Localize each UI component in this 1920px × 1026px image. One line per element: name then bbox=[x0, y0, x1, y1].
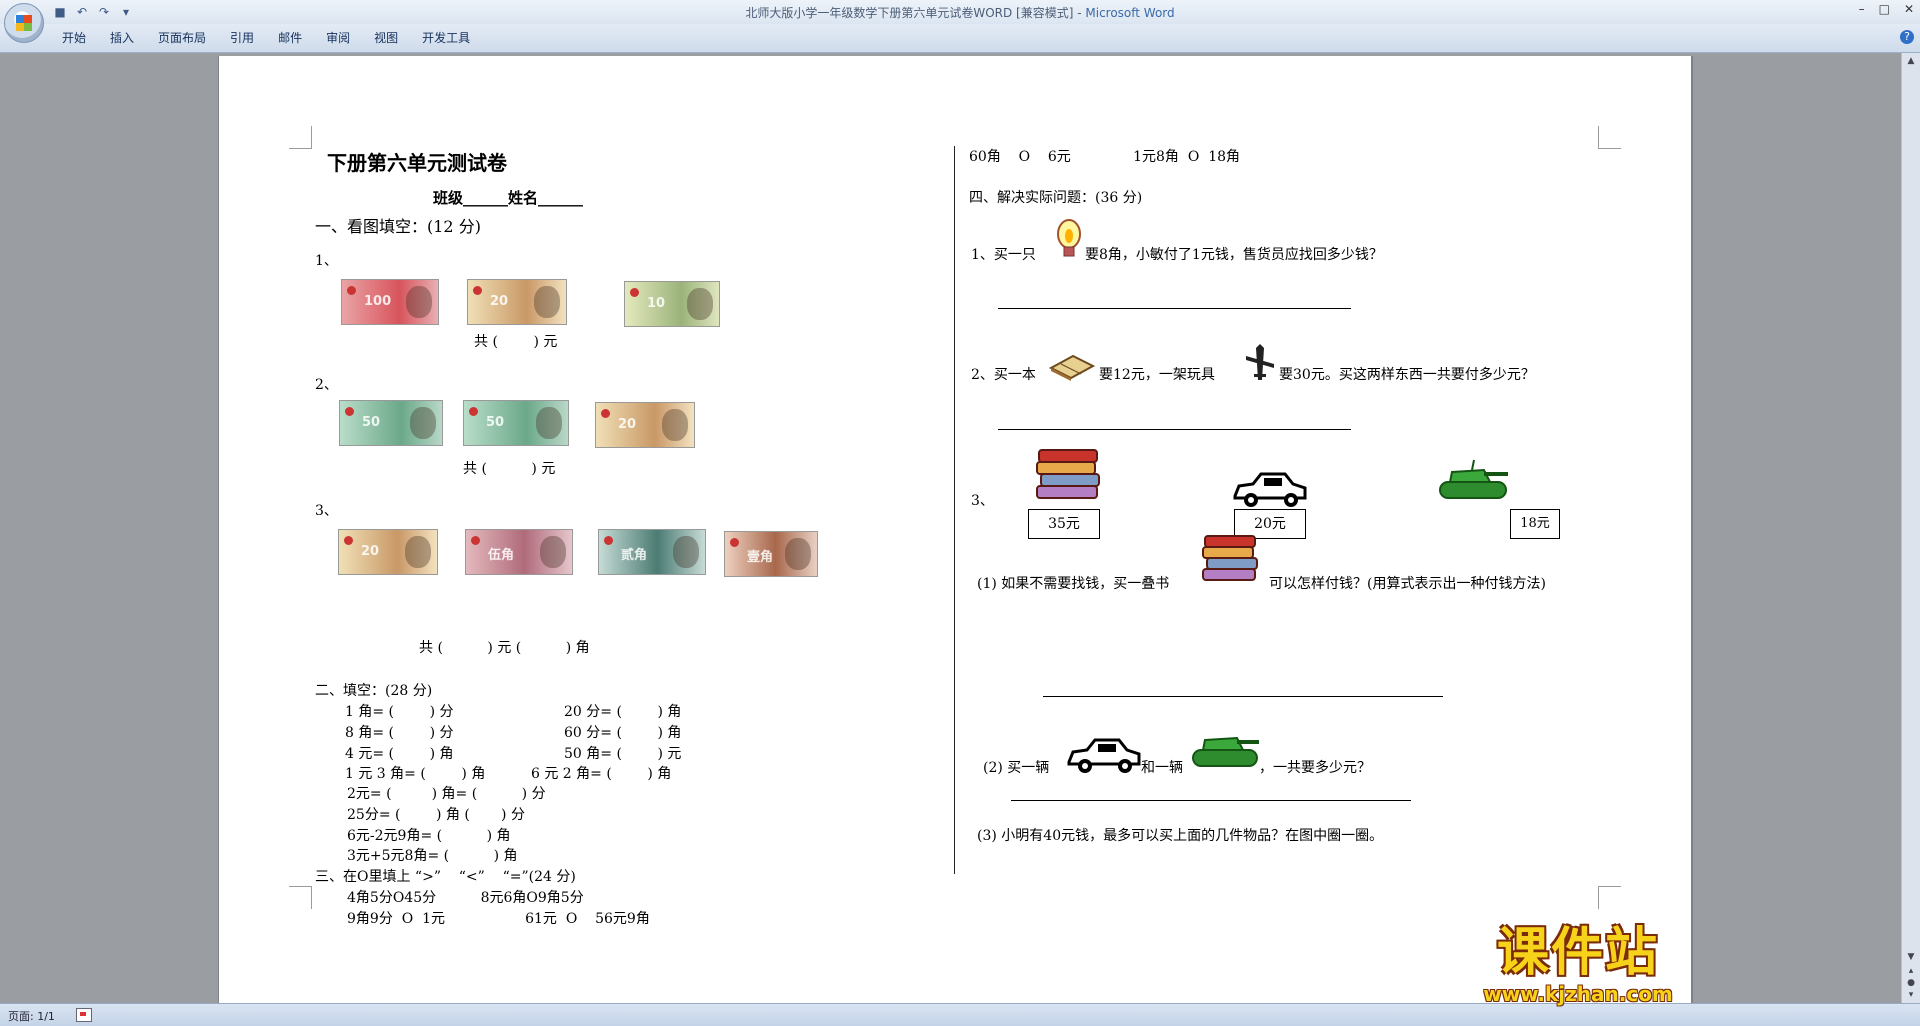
banknote-20: 20 bbox=[338, 529, 438, 575]
books-stack-icon bbox=[1202, 535, 1258, 581]
problem-1-text: 要8角，小敏付了1元钱，售货员应找回多少钱？ bbox=[1085, 247, 1383, 263]
answer-line bbox=[998, 308, 1351, 309]
class-name-line: 班级______姓名______ bbox=[433, 189, 584, 207]
section-1-heading: 一、看图填空：(12 分) bbox=[315, 217, 481, 236]
office-button[interactable] bbox=[4, 3, 44, 43]
margin-corner bbox=[1598, 126, 1621, 149]
compare-item: 4角5分O45分 8元6角O9角5分 bbox=[347, 890, 584, 906]
fill-item: 2元= ( ) 角= ( ) 分 bbox=[347, 786, 546, 802]
fill-item: 25分= ( ) 角 ( ) 分 bbox=[347, 807, 525, 823]
fill-item: 60 分= ( ) 角 bbox=[564, 725, 682, 741]
banknote-1-jiao: 壹角 bbox=[724, 531, 818, 577]
tab-references[interactable]: 引用 bbox=[218, 30, 266, 46]
sub-question-2: 和一辆 bbox=[1141, 760, 1183, 776]
next-page-icon[interactable]: ▾ bbox=[1904, 989, 1918, 1001]
status-bar: 页面: 1/1 bbox=[0, 1003, 1920, 1026]
margin-corner bbox=[1598, 886, 1621, 909]
sub-question-1: 可以怎样付钱？(用算式表示出一种付钱方法) bbox=[1269, 576, 1546, 592]
title-bar: ■ ↶ ↷ ▾ 北师大版小学一年级数学下册第六单元试卷WORD [兼容模式] -… bbox=[0, 0, 1920, 24]
scroll-up-icon[interactable]: ▲ bbox=[1904, 55, 1918, 67]
exam-title: 下册第六单元测试卷 bbox=[327, 151, 507, 175]
answer-line bbox=[1043, 696, 1443, 697]
page-count[interactable]: 页面: 1/1 bbox=[8, 1008, 55, 1024]
problem-3-label: 3、 bbox=[971, 493, 994, 509]
book-icon bbox=[1048, 354, 1096, 381]
banknote-2-jiao: 贰角 bbox=[598, 529, 706, 575]
question-2-label: 2、 bbox=[315, 377, 338, 393]
problem-2-text: 要12元，一架玩具 bbox=[1099, 367, 1215, 383]
scroll-down-icon[interactable]: ▼ bbox=[1904, 951, 1918, 963]
fill-item: 8 角= ( ) 分 bbox=[345, 725, 454, 741]
compare-item: 9角9分 O 1元 61元 O 56元9角 bbox=[347, 911, 650, 927]
margin-corner bbox=[289, 886, 312, 909]
fill-item: 4 元= ( ) 角 bbox=[345, 746, 454, 762]
price-tag-tank: 18元 bbox=[1510, 509, 1560, 539]
answer-line bbox=[998, 429, 1351, 430]
lightbulb-icon bbox=[1057, 219, 1081, 257]
fill-item: 6 元 2 角= ( ) 角 bbox=[531, 766, 672, 782]
compare-item: 60角 O 6元 1元8角 O 18角 bbox=[969, 149, 1241, 165]
close-icon[interactable]: ✕ bbox=[1904, 2, 1914, 16]
fill-item: 6元-2元9角= ( ) 角 bbox=[347, 828, 511, 844]
tab-home[interactable]: 开始 bbox=[50, 30, 98, 46]
toy-airplane-icon bbox=[1246, 344, 1274, 380]
question-1-label: 1、 bbox=[315, 253, 338, 269]
minimize-icon[interactable]: – bbox=[1859, 2, 1865, 16]
ribbon-tabs: 开始 插入 页面布局 引用 邮件 审阅 视图 开发工具 bbox=[50, 30, 482, 46]
help-icon[interactable]: ? bbox=[1900, 30, 1914, 44]
price-tag-books: 35元 bbox=[1028, 509, 1100, 539]
fill-item: 50 角= ( ) 元 bbox=[564, 746, 682, 762]
tab-view[interactable]: 视图 bbox=[362, 30, 410, 46]
section-2-heading: 二、填空：(28 分) bbox=[315, 683, 433, 699]
banknote-10: 10 bbox=[624, 281, 720, 327]
ribbon: 开始 插入 页面布局 引用 邮件 审阅 视图 开发工具 ? bbox=[0, 24, 1920, 53]
office-logo-icon bbox=[16, 15, 32, 31]
tab-insert[interactable]: 插入 bbox=[98, 30, 146, 46]
banknote-100: 100 bbox=[341, 279, 439, 325]
problem-2-text: 要30元。买这两样东西一共要付多少元？ bbox=[1279, 367, 1535, 383]
watermark-logo: 课件站 www.kjzhan.com bbox=[1483, 923, 1673, 1006]
maximize-icon[interactable]: □ bbox=[1879, 2, 1890, 16]
car-icon bbox=[1067, 738, 1141, 773]
tank-icon bbox=[1439, 459, 1508, 499]
fill-item: 1 角= ( ) 分 bbox=[345, 704, 454, 720]
fill-item: 1 元 3 角= ( ) 角 bbox=[345, 766, 486, 782]
tab-page-layout[interactable]: 页面布局 bbox=[146, 30, 218, 46]
question-1-sum: 共 ( ) 元 bbox=[474, 334, 558, 350]
books-stack-icon bbox=[1036, 449, 1100, 499]
banknote-20: 20 bbox=[595, 402, 695, 448]
question-2-sum: 共 ( ) 元 bbox=[463, 461, 556, 477]
problem-1-text: 1、买一只 bbox=[971, 247, 1036, 263]
answer-line bbox=[1011, 800, 1411, 801]
sub-question-1: (1) 如果不需要找钱，买一叠书 bbox=[977, 576, 1170, 592]
problem-2-text: 2、买一本 bbox=[971, 367, 1036, 383]
select-browse-icon[interactable]: ● bbox=[1904, 977, 1918, 989]
margin-corner bbox=[289, 126, 312, 149]
sub-question-3: (3) 小明有40元钱，最多可以买上面的几件物品？在图中圈一圈。 bbox=[977, 828, 1384, 844]
column-divider bbox=[954, 146, 955, 874]
question-3-label: 3、 bbox=[315, 503, 338, 519]
question-3-sum: 共 ( ) 元 ( ) 角 bbox=[419, 640, 590, 656]
fill-item: 3元+5元8角= ( ) 角 bbox=[347, 848, 518, 864]
document-page: 下册第六单元测试卷 班级______姓名______ 一、看图填空：(12 分)… bbox=[219, 56, 1691, 1006]
tab-review[interactable]: 审阅 bbox=[314, 30, 362, 46]
macro-record-icon[interactable] bbox=[76, 1008, 92, 1022]
vertical-scrollbar[interactable]: ▲ ▼ ▴ ● ▾ bbox=[1901, 53, 1920, 1003]
sub-question-2: (2) 买一辆 bbox=[983, 760, 1050, 776]
car-icon bbox=[1233, 472, 1307, 507]
fill-item: 20 分= ( ) 角 bbox=[564, 704, 682, 720]
window-controls: – □ ✕ bbox=[1859, 2, 1914, 16]
section-4-heading: 四、解决实际问题：(36 分) bbox=[969, 190, 1143, 206]
tab-developer[interactable]: 开发工具 bbox=[410, 30, 482, 46]
banknote-50: 50 bbox=[339, 400, 443, 446]
tank-icon bbox=[1192, 736, 1259, 767]
section-3-heading: 三、在O里填上 “>” “<” “=”(24 分) bbox=[315, 869, 576, 885]
banknote-20: 20 bbox=[467, 279, 567, 325]
window-title: 北师大版小学一年级数学下册第六单元试卷WORD [兼容模式] - Microso… bbox=[745, 6, 1175, 20]
banknote-50: 50 bbox=[463, 400, 569, 446]
tab-mailings[interactable]: 邮件 bbox=[266, 30, 314, 46]
prev-page-icon[interactable]: ▴ bbox=[1904, 965, 1918, 977]
banknote-5-jiao: 伍角 bbox=[465, 529, 573, 575]
sub-question-2: ，一共要多少元？ bbox=[1259, 760, 1371, 776]
